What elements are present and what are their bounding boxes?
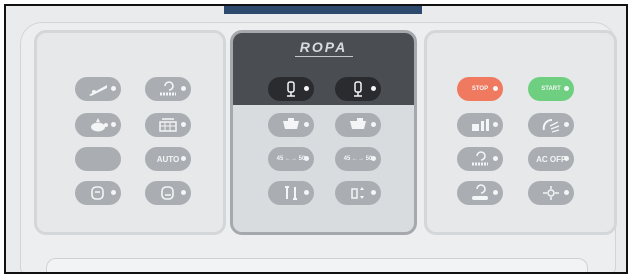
tools-icon [285, 186, 297, 200]
auto-button[interactable]: AUTO [145, 147, 191, 171]
cleaner-drum-right-button[interactable] [145, 181, 191, 205]
center-switch-panel: ROPA 45 ←→ 50 45 ←→ 50 [230, 30, 417, 235]
indicator-led [304, 156, 309, 161]
indicator-led [111, 86, 116, 91]
indicator-led [371, 86, 376, 91]
ac-off-button[interactable]: AC OFF [528, 147, 574, 171]
indicator-led [371, 156, 376, 161]
rotation-chain-right-button[interactable] [457, 147, 503, 171]
indicator-led [304, 122, 309, 127]
ramp-slope-icon [89, 85, 107, 96]
joystick-right-icon [354, 81, 362, 97]
top-accent-band [224, 6, 422, 14]
indicator-led [371, 190, 376, 195]
joystick-left-icon [287, 81, 295, 97]
indicator-led [564, 190, 569, 195]
indicator-led [181, 156, 186, 161]
rotation-chain-icon [472, 151, 488, 166]
auto-label: AUTO [156, 154, 180, 164]
rotation-chain-icon [160, 81, 176, 96]
chain-speed-button[interactable]: 45 ←→ 50 [268, 147, 314, 171]
work-light-icon [542, 119, 560, 133]
cleaner-drum-button[interactable] [75, 181, 121, 205]
indicator-led [493, 86, 498, 91]
rotation-belt-button[interactable] [457, 181, 503, 205]
screenshot-frame: AUTO ROPA 45 ←→ 50 45 ←→ 50 STOP START A… [4, 4, 628, 274]
indicator-led [304, 86, 309, 91]
brand-logo: ROPA [299, 39, 348, 55]
gear-level-icon [472, 119, 489, 131]
joystick-right-button[interactable] [335, 77, 381, 101]
indicator-led [111, 122, 116, 127]
indicator-led [181, 86, 186, 91]
indicator-led [181, 190, 186, 195]
hopper-right-icon [350, 118, 366, 129]
conveyor-grid-icon [159, 118, 177, 132]
cleaner-drum-icon [91, 186, 104, 200]
turtle-slow-icon [91, 118, 108, 132]
indicator-led [564, 86, 569, 91]
indicator-led [493, 190, 498, 195]
left-switch-panel: AUTO [34, 30, 226, 235]
blank-button[interactable] [75, 147, 121, 171]
cleaner-drum-right-icon [161, 186, 174, 200]
fan-heater-button[interactable] [528, 181, 574, 205]
right-switch-panel: STOP START AC OFF [424, 30, 617, 235]
wheel-speed-label: 45 ←→ 50 [343, 156, 373, 162]
joystick-left-button[interactable] [268, 77, 314, 101]
hopper-icon [283, 118, 299, 129]
gear-level-button[interactable] [457, 113, 503, 137]
turtle-slow-button[interactable] [75, 113, 121, 137]
engine-start-label: START [541, 86, 561, 92]
engine-stop-label: STOP [471, 86, 489, 92]
level-adjust-icon [351, 187, 364, 199]
fan-heater-icon [543, 186, 559, 200]
engine-stop-button[interactable]: STOP [457, 77, 503, 101]
indicator-led [181, 122, 186, 127]
wheel-speed-button[interactable]: 45 ←→ 50 [335, 147, 381, 171]
tools-button[interactable] [268, 181, 314, 205]
chain-speed-label: 45 ←→ 50 [276, 156, 306, 162]
indicator-led [493, 122, 498, 127]
ramp-slope-button[interactable] [75, 77, 121, 101]
hopper-button[interactable] [268, 113, 314, 137]
rotation-belt-icon [472, 184, 488, 200]
console-lower-edge [46, 258, 588, 272]
brand-underline [295, 56, 353, 57]
conveyor-grid-button[interactable] [145, 113, 191, 137]
hopper-right-button[interactable] [335, 113, 381, 137]
indicator-led [371, 122, 376, 127]
work-light-button[interactable] [528, 113, 574, 137]
engine-start-button[interactable]: START [528, 77, 574, 101]
ac-off-label: AC OFF [536, 154, 566, 164]
indicator-led [564, 156, 569, 161]
indicator-led [304, 190, 309, 195]
level-adjust-button[interactable] [335, 181, 381, 205]
indicator-led [111, 190, 116, 195]
indicator-led [564, 122, 569, 127]
rotation-chain-button[interactable] [145, 77, 191, 101]
indicator-led [493, 156, 498, 161]
